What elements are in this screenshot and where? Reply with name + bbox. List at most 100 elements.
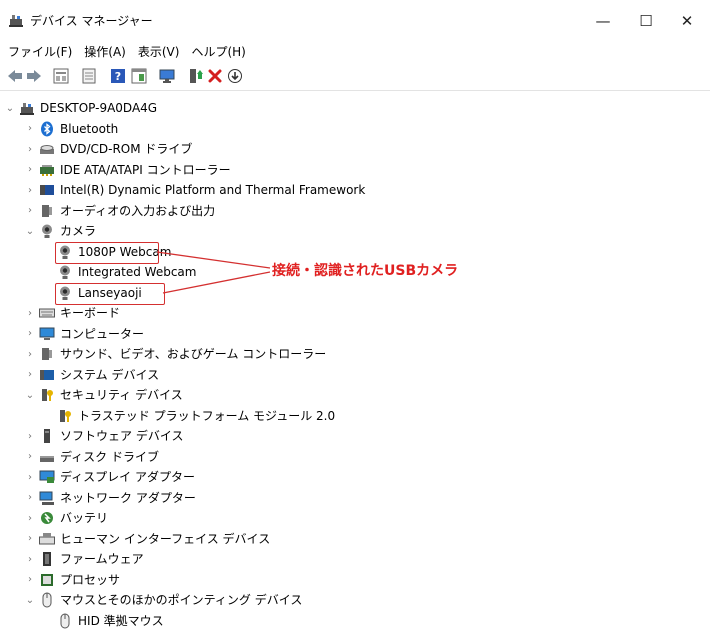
display-adapter-icon <box>39 469 55 485</box>
intel-device-icon <box>39 182 55 198</box>
window-title: デバイス マネージャー <box>30 14 153 28</box>
chevron-down-icon[interactable]: ⌄ <box>24 590 36 610</box>
tree-item-label: IDE ATA/ATAPI コントローラー <box>60 162 231 177</box>
tree-category[interactable]: › オーディオの入力および出力 <box>24 201 215 221</box>
tree-item-label: カメラ <box>60 224 97 238</box>
tree-item-label: サウンド、ビデオ、およびゲーム コントローラー <box>60 347 327 361</box>
menu-action[interactable]: 操作(A) <box>78 40 132 62</box>
chevron-right-icon[interactable]: › <box>24 529 36 549</box>
chevron-right-icon[interactable]: › <box>24 344 36 364</box>
details-icon[interactable] <box>80 67 98 85</box>
tree-item-label: マウスとそのほかのポインティング デバイス <box>60 593 303 607</box>
tree-category[interactable]: › IDE ATA/ATAPI コントローラー <box>24 160 231 180</box>
menu-view[interactable]: 表示(V) <box>132 40 186 62</box>
chevron-right-icon[interactable]: › <box>24 160 36 180</box>
tree-item-label: HID 準拠マウス <box>78 613 164 628</box>
chevron-right-icon[interactable]: › <box>24 119 36 139</box>
tree-category[interactable]: › Intel(R) Dynamic Platform and Thermal F… <box>24 180 365 200</box>
tree-item-label: オーディオの入力および出力 <box>60 203 216 218</box>
webcam-icon <box>57 244 73 260</box>
tree-item-label: Bluetooth <box>60 121 119 136</box>
dvd-drive-icon <box>39 141 55 157</box>
tree-category[interactable]: › Bluetooth <box>24 119 118 139</box>
forward-arrow-icon[interactable] <box>25 67 43 85</box>
tree-category[interactable]: › サウンド、ビデオ、およびゲーム コントローラー <box>24 344 326 364</box>
maximize-button[interactable]: ☐ <box>626 8 666 34</box>
tree-category[interactable]: › ディスク ドライブ <box>24 447 159 467</box>
chevron-right-icon[interactable]: › <box>24 426 36 446</box>
bluetooth-icon <box>39 121 55 137</box>
monitor-scan-icon[interactable] <box>158 67 176 85</box>
tree-device[interactable]: Lanseyaoji <box>54 283 142 303</box>
chevron-right-icon[interactable]: › <box>24 201 36 221</box>
tree-item-label: ディスク ドライブ <box>60 449 159 464</box>
tree-item-label: ソフトウェア デバイス <box>60 429 184 443</box>
download-circle-icon[interactable] <box>226 67 244 85</box>
tree-device[interactable]: トラステッド プラットフォーム モジュール 2.0 <box>54 406 335 426</box>
tree-item-label: ヒューマン インターフェイス デバイス <box>60 531 271 546</box>
chevron-right-icon[interactable]: › <box>24 180 36 200</box>
chevron-down-icon[interactable]: ⌄ <box>24 221 36 241</box>
view-pane-icon[interactable] <box>130 67 148 85</box>
chevron-down-icon[interactable]: ⌄ <box>4 98 16 118</box>
toolbar: ? <box>0 62 710 91</box>
help-icon[interactable]: ? <box>109 67 127 85</box>
tree-item-label: システム デバイス <box>60 367 160 382</box>
close-button[interactable]: ✕ <box>667 8 707 34</box>
tree-category[interactable]: › ファームウェア <box>24 549 144 569</box>
tree-category[interactable]: › ネットワーク アダプター <box>24 488 196 508</box>
tree-category[interactable]: ⌄ マウスとそのほかのポインティング デバイス <box>24 590 302 610</box>
speaker-icon <box>39 346 55 362</box>
tree-category[interactable]: › ディスプレイ アダプター <box>24 467 195 487</box>
chevron-right-icon[interactable]: › <box>24 447 36 467</box>
hid-icon <box>39 531 55 547</box>
tree-device[interactable]: 1080P Webcam <box>54 242 171 262</box>
tree-category[interactable]: › ソフトウェア デバイス <box>24 426 183 446</box>
chevron-right-icon[interactable]: › <box>24 570 36 590</box>
tree-item-label: Integrated Webcam <box>78 265 197 279</box>
chevron-right-icon[interactable]: › <box>24 365 36 385</box>
computer-icon <box>39 326 55 342</box>
back-arrow-icon[interactable] <box>6 67 24 85</box>
uninstall-x-icon[interactable] <box>206 67 224 85</box>
tree-category[interactable]: › コンピューター <box>24 324 144 344</box>
firmware-icon <box>39 551 55 567</box>
tree-item-label: 1080P Webcam <box>78 244 172 259</box>
tree-item-label: バッテリ <box>60 511 109 525</box>
tree-device[interactable]: HID 準拠マウス <box>54 611 164 631</box>
tree-category[interactable]: ⌄ カメラ <box>24 221 96 241</box>
tree-item-label: トラステッド プラットフォーム モジュール 2.0 <box>78 408 336 423</box>
menu-help[interactable]: ヘルプ(H) <box>185 40 251 62</box>
tree-root-label: DESKTOP-9A0DA4G <box>40 101 158 115</box>
tree-category[interactable]: › プロセッサ <box>24 570 120 590</box>
chevron-right-icon[interactable]: › <box>24 303 36 323</box>
tree-item-label: ネットワーク アダプター <box>60 490 196 505</box>
tree-item-label: ファームウェア <box>60 552 144 566</box>
tree-category[interactable]: › ヒューマン インターフェイス デバイス <box>24 529 270 549</box>
chevron-right-icon[interactable]: › <box>24 549 36 569</box>
tree-category[interactable]: › DVD/CD-ROM ドライブ <box>24 139 192 159</box>
tree-item-label: ディスプレイ アダプター <box>60 470 195 484</box>
update-driver-icon[interactable] <box>187 67 205 85</box>
chevron-right-icon[interactable]: › <box>24 508 36 528</box>
tree-category[interactable]: › キーボード <box>24 303 120 323</box>
network-adapter-icon <box>39 490 55 506</box>
tree-category[interactable]: › システム デバイス <box>24 365 159 385</box>
security-key-icon <box>39 387 55 403</box>
chevron-right-icon[interactable]: › <box>24 488 36 508</box>
camera-icon <box>39 223 55 239</box>
properties-grid-icon[interactable] <box>52 67 70 85</box>
chevron-right-icon[interactable]: › <box>24 324 36 344</box>
tree-category[interactable]: ⌄ セキュリティ デバイス <box>24 385 183 405</box>
tree-category[interactable]: › バッテリ <box>24 508 108 528</box>
chevron-right-icon[interactable]: › <box>24 467 36 487</box>
tree-root[interactable]: ⌄ DESKTOP-9A0DA4G <box>4 98 157 118</box>
menu-file[interactable]: ファイル(F) <box>0 40 78 62</box>
chevron-right-icon[interactable]: › <box>24 139 36 159</box>
minimize-button[interactable]: — <box>583 8 623 34</box>
software-device-icon <box>39 428 55 444</box>
tree-item-label: Intel(R) Dynamic Platform and Thermal Fr… <box>60 183 366 197</box>
tree-device[interactable]: Integrated Webcam <box>54 262 196 282</box>
tree-item-label: コンピューター <box>60 326 145 341</box>
chevron-down-icon[interactable]: ⌄ <box>24 385 36 405</box>
